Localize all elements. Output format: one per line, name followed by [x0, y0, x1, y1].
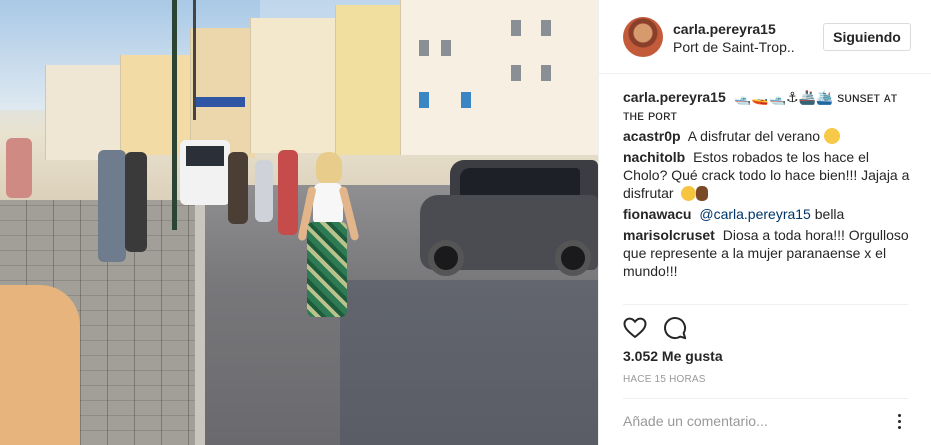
pedestrian [228, 152, 248, 224]
avatar[interactable] [623, 17, 663, 57]
comment-username[interactable]: acastr0p [623, 128, 681, 144]
divider [623, 398, 908, 399]
flag-pole [193, 0, 196, 120]
comment-text: bella [814, 206, 845, 222]
divider [623, 304, 908, 305]
building [250, 18, 340, 153]
comment: fionawacu @carla.pereyra15 bella [623, 205, 913, 223]
pedestrian [98, 150, 126, 262]
pedestrian [278, 150, 298, 235]
post-timestamp[interactable]: HACE 15 HORAS [623, 374, 706, 385]
blurred-foreground [0, 285, 80, 445]
van [180, 140, 230, 205]
comment-username[interactable]: marisolcruset [623, 227, 715, 243]
likes-count[interactable]: 3.052 Me gusta [623, 348, 723, 364]
building [335, 5, 405, 155]
more-options-icon[interactable] [891, 413, 907, 429]
post-side-panel: carla.pereyra15 Port de Saint-Trop.. Sig… [598, 0, 931, 445]
comment: acastr0p A disfrutar del verano [623, 127, 913, 145]
suv [420, 160, 598, 290]
speech-bubble-icon[interactable] [663, 316, 687, 340]
curb [195, 200, 205, 445]
comment-mention[interactable]: @carla.pereyra15 [699, 206, 811, 222]
awning [195, 97, 245, 107]
pedestrian [255, 160, 273, 222]
header-location[interactable]: Port de Saint-Trop.. [673, 39, 795, 55]
building [190, 28, 255, 158]
lamp-post [172, 0, 177, 230]
comment-text: A disfrutar del verano [687, 128, 821, 144]
header-username[interactable]: carla.pereyra15 [673, 21, 776, 37]
shadow [340, 280, 598, 445]
pedestrian [6, 138, 32, 198]
comment: nachitolb Estos robados te los hace el C… [623, 148, 913, 202]
comment-input[interactable] [623, 412, 881, 430]
following-button[interactable]: Siguiendo [823, 23, 911, 51]
comments-list: carla.pereyra15 🛥️🚤🛥️⚓🚢🛳️ sᴜɴsᴇᴛ ᴀᴛ ᴛʜᴇ … [623, 88, 913, 283]
heart-outline-icon[interactable] [623, 316, 647, 340]
hand-icon [696, 186, 709, 201]
post-header: carla.pereyra15 Port de Saint-Trop.. Sig… [599, 0, 931, 74]
hugging-face-icon [823, 128, 840, 144]
comment-username[interactable]: nachitolb [623, 149, 685, 165]
post-photo[interactable] [0, 0, 598, 445]
building [400, 0, 598, 155]
comment: carla.pereyra15 🛥️🚤🛥️⚓🚢🛳️ sᴜɴsᴇᴛ ᴀᴛ ᴛʜᴇ … [623, 88, 913, 124]
woman-skirt [307, 222, 347, 317]
building [120, 55, 190, 155]
comment-username[interactable]: carla.pereyra15 [623, 89, 726, 105]
pedestrian [125, 152, 147, 252]
woman-head [316, 152, 342, 184]
comment-username[interactable]: fionawacu [623, 206, 691, 222]
kiss-face-icon [681, 186, 697, 201]
comment: marisolcruset Diosa a toda hora!!! Orgul… [623, 226, 913, 280]
